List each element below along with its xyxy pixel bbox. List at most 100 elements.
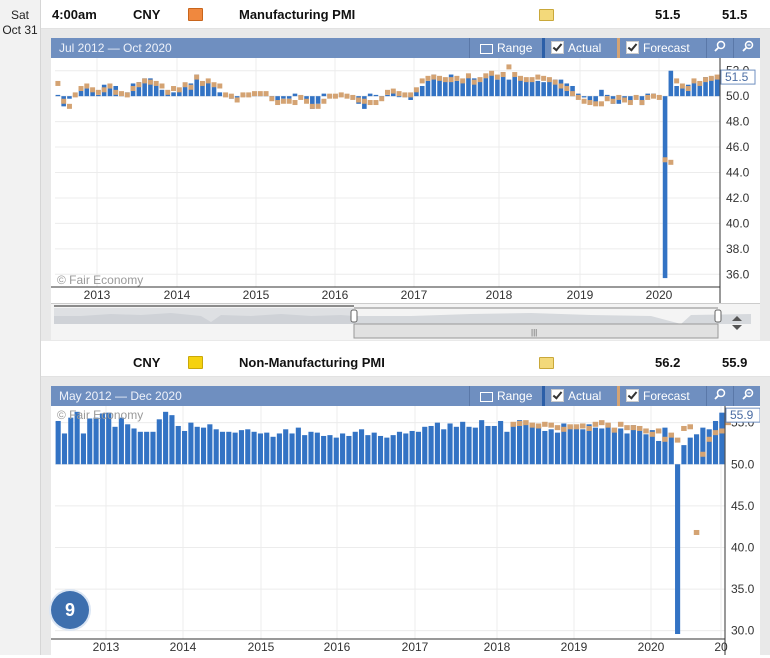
magnifier-icon[interactable] [706, 386, 733, 406]
forecast-marker [228, 93, 234, 99]
checkbox-checked-icon[interactable] [551, 41, 564, 54]
impact-high-icon[interactable] [188, 8, 203, 21]
zoom-out-icon[interactable] [733, 386, 761, 406]
forecast-marker [542, 421, 548, 427]
y-tick-label: 44.0 [726, 166, 750, 180]
data-bar [691, 82, 697, 97]
checkbox-checked-icon[interactable] [551, 389, 564, 402]
data-bar [542, 430, 548, 465]
checkbox-checked-icon[interactable] [626, 389, 639, 402]
data-bar [217, 92, 223, 97]
forecast-marker [636, 425, 643, 431]
actual-toggle[interactable]: Actual [542, 386, 619, 406]
data-bar [422, 426, 428, 465]
data-bar [96, 94, 101, 97]
data-bar [333, 437, 339, 465]
actual-toggle[interactable]: Actual [542, 38, 619, 58]
data-bar [251, 431, 257, 465]
impact-medium-icon[interactable] [188, 356, 203, 369]
zoom-out-icon[interactable] [733, 38, 761, 58]
data-bar [295, 427, 301, 465]
forecast-marker [211, 82, 217, 88]
data-bar [662, 96, 668, 279]
data-bar [175, 425, 181, 465]
data-bar [321, 435, 327, 465]
scroll-arrows-icon[interactable] [730, 315, 744, 331]
checkbox-checked-icon[interactable] [626, 41, 639, 54]
data-bar [93, 417, 99, 465]
data-bar [84, 88, 90, 97]
data-bar [270, 436, 276, 465]
forecast-toggle[interactable]: Forecast [617, 386, 708, 406]
data-bar [498, 420, 504, 465]
forecast-marker [500, 72, 506, 78]
forecast-marker [552, 79, 558, 85]
forecast-marker [706, 436, 712, 442]
forecast-toggle[interactable]: Forecast [617, 38, 708, 58]
calendar-icon [480, 43, 493, 54]
data-bar [352, 431, 358, 465]
manufacturing-pmi-chart[interactable]: 52.050.048.046.044.042.040.038.036.02013… [51, 58, 760, 303]
magnifier-icon[interactable] [706, 38, 733, 58]
data-bar [517, 420, 523, 465]
forecast-marker [693, 529, 700, 535]
y-tick-label: 42.0 [726, 191, 750, 205]
forecast-marker [460, 78, 466, 84]
y-tick-label: 50.0 [726, 89, 750, 103]
data-bar [554, 432, 561, 465]
forecast-marker [298, 94, 304, 100]
chart-toolbar: Jul 2012 — Oct 2020 Range Actual Forecas… [51, 38, 760, 58]
forecast-marker [681, 425, 687, 431]
notification-badge[interactable]: 9 [51, 591, 89, 629]
data-bar [604, 94, 610, 97]
navigator-handle-left [350, 309, 358, 323]
x-tick-label: 2020 [646, 288, 673, 302]
event-actual: 51.5 [655, 7, 681, 22]
forecast-marker [639, 100, 645, 106]
data-bar [535, 425, 542, 465]
forecast-marker [223, 92, 229, 98]
data-bar [118, 417, 124, 465]
data-bar [308, 431, 314, 465]
forecast-marker [712, 430, 719, 436]
data-bar [485, 425, 491, 465]
chart-plot-area[interactable]: 52.050.048.046.044.042.040.038.036.02013… [51, 58, 760, 303]
folder-icon[interactable] [539, 9, 554, 21]
data-bar [495, 79, 500, 97]
data-bar [447, 423, 453, 465]
range-navigator[interactable]: ||| [51, 303, 760, 340]
non-manufacturing-pmi-chart[interactable]: 55.050.045.040.035.030.02013201420152016… [51, 406, 761, 655]
range-button[interactable]: Range [469, 38, 552, 58]
data-bar [479, 420, 485, 465]
data-bar [276, 433, 282, 465]
forecast-marker [356, 97, 362, 103]
y-tick-label: 40.0 [726, 216, 750, 230]
data-bar [211, 85, 217, 97]
forecast-marker [275, 100, 281, 106]
latest-value-label: 51.5 [725, 70, 749, 84]
data-bar [489, 74, 494, 97]
forecast-marker [645, 94, 651, 100]
event-row-non-manufacturing-pmi[interactable]: CNY Non-Manufacturing PMI 56.2 55.9 [41, 348, 770, 377]
chart-plot-area[interactable]: 55.050.045.040.035.030.02013201420152016… [51, 406, 761, 655]
range-button[interactable]: Range [469, 386, 552, 406]
data-bar [454, 80, 460, 97]
data-bar [213, 429, 219, 465]
forecast-marker [691, 78, 697, 84]
folder-icon[interactable] [539, 357, 554, 369]
forecast-marker [592, 421, 599, 427]
non-manufacturing-chart-panel: May 2012 — Dec 2020 Range Actual Forecas… [41, 377, 770, 655]
forecast-marker [564, 86, 570, 92]
forecast-marker [575, 94, 581, 100]
event-title[interactable]: Non-Manufacturing PMI [239, 355, 385, 370]
forecast-marker [516, 420, 523, 426]
forecast-marker [176, 87, 182, 93]
data-bar [137, 431, 143, 465]
forecast-marker [687, 424, 693, 430]
x-tick-label: 2014 [164, 288, 191, 302]
data-bar [580, 429, 586, 465]
event-title[interactable]: Manufacturing PMI [239, 7, 355, 22]
event-row-manufacturing-pmi[interactable]: 4:00am CNY Manufacturing PMI 51.5 51.5 [41, 0, 770, 29]
forecast-marker [529, 77, 535, 83]
forecast-marker [494, 74, 500, 80]
